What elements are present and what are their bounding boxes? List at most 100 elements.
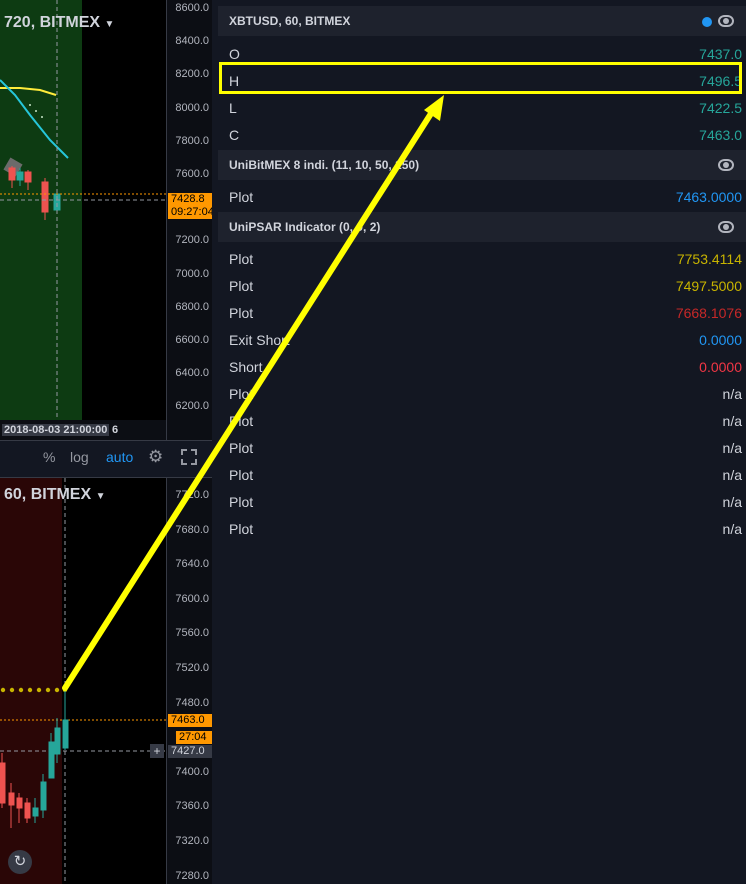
row-value: n/a — [722, 494, 742, 510]
price-tick: 7800.0 — [175, 134, 209, 147]
price-tick: 6800.0 — [175, 300, 209, 313]
data-row: C 7463.0 — [218, 121, 746, 148]
row-label: C — [229, 127, 240, 143]
price-tick: 8200.0 — [175, 68, 209, 81]
main-series-title: XBTUSD, 60, BITMEX — [229, 14, 351, 28]
price-tick: 6600.0 — [175, 334, 209, 346]
top-chart-plot — [0, 0, 166, 440]
bottom-price-axis[interactable]: 7720.0 7680.0 7640.0 7600.0 7560.0 7520.0 7480… — [166, 478, 212, 884]
data-row: L 7422.5 — [218, 94, 746, 121]
price-tick: 8000.0 — [175, 101, 209, 114]
top-chart-pane[interactable]: 720, BITMEX ▼ 8600.0 8400.0 8200.0 8000.0 78… — [0, 0, 212, 440]
gear-icon[interactable]: ⚙ — [148, 447, 163, 467]
chart-toolbar: % log auto ⚙ — [0, 440, 212, 478]
row-label: Plot — [229, 521, 254, 537]
top-countdown-tag: 09:27:04 — [168, 206, 212, 219]
data-row: Short 0.0000 — [218, 353, 746, 380]
row-label: Plot — [229, 440, 254, 456]
price-tick: 7400.0 — [175, 765, 209, 778]
fullscreen-icon[interactable] — [181, 449, 197, 465]
bottom-chart-pane[interactable]: 60, BITMEX ▼ 7720.0 7680.0 7640.0 7600.0 756… — [0, 478, 212, 884]
row-label: O — [229, 46, 240, 62]
bottom-chart-plot — [0, 478, 166, 884]
data-row: Plot 7497.5000 — [218, 272, 746, 299]
row-label: Plot — [229, 251, 254, 267]
price-tick: 8400.0 — [175, 35, 209, 48]
data-row: Plot n/a — [218, 461, 746, 488]
cursor-price-tag: 7427.0 — [168, 745, 212, 758]
row-value: 0.0000 — [699, 332, 742, 348]
row-value: 7437.0 — [699, 46, 742, 62]
row-label: Plot — [229, 278, 254, 294]
ind2-header: UniPSAR Indicator (0, 0, 2) — [218, 212, 746, 242]
data-row: Plot n/a — [218, 434, 746, 461]
eye-icon[interactable] — [718, 159, 734, 171]
price-tick: 7000.0 — [175, 267, 209, 280]
auto-toggle[interactable]: auto — [106, 449, 133, 465]
percent-toggle[interactable]: % — [43, 449, 55, 465]
data-row: Plot 7463.0000 — [218, 183, 746, 210]
row-label: Plot — [229, 386, 254, 402]
ind1-title: UniBitMEX 8 indi. (11, 10, 50, 150) — [229, 158, 420, 172]
row-label: Exit Short — [229, 332, 290, 348]
row-value: n/a — [722, 386, 742, 402]
main-series-header: XBTUSD, 60, BITMEX — [218, 6, 746, 36]
price-tick: 7600.0 — [175, 168, 209, 180]
row-value: n/a — [722, 467, 742, 483]
price-tick: 6400.0 — [175, 367, 209, 380]
eye-icon[interactable] — [718, 221, 734, 233]
price-tick: 6200.0 — [175, 400, 209, 413]
price-tick: 7720.0 — [175, 489, 209, 501]
row-value: 0.0000 — [699, 359, 742, 375]
row-label: Short — [229, 359, 263, 375]
price-tick: 7360.0 — [175, 800, 209, 813]
price-tick: 7320.0 — [175, 835, 209, 847]
row-value: 7463.0 — [699, 127, 742, 143]
price-tick: 7480.0 — [175, 696, 209, 709]
ind1-header: UniBitMEX 8 indi. (11, 10, 50, 150) — [218, 150, 746, 180]
row-label: L — [229, 100, 237, 116]
data-row: Plot n/a — [218, 380, 746, 407]
status-dot — [702, 17, 712, 27]
top-date-label: 2018-08-03 21:00:00 — [2, 424, 110, 436]
data-row: Plot 7753.4114 — [218, 245, 746, 272]
row-label: Plot — [229, 305, 254, 321]
data-row: Exit Short 0.0000 — [218, 326, 746, 353]
row-value: 7463.0000 — [675, 189, 742, 205]
price-tick: 7520.0 — [175, 662, 209, 674]
row-value: 7753.4114 — [676, 251, 742, 267]
price-tick: 7200.0 — [175, 234, 209, 247]
row-value: n/a — [722, 413, 742, 429]
data-row: Plot n/a — [218, 407, 746, 434]
top-price-tag: 7428.8 — [168, 193, 212, 206]
data-row: Plot n/a — [218, 488, 746, 515]
top-price-axis[interactable]: 8600.08400.08200.08000.07800.07600.07400… — [166, 0, 212, 440]
row-value: n/a — [722, 440, 742, 456]
last-price-tag: 7463.0 — [168, 714, 212, 727]
data-row: Plot n/a — [218, 515, 746, 542]
row-value: 7668.1076 — [675, 305, 742, 321]
data-row: Plot 7668.1076 — [218, 299, 746, 326]
log-toggle[interactable]: log — [70, 449, 89, 465]
bottom-chart-symbol[interactable]: 60, BITMEX ▼ — [4, 486, 106, 504]
row-label: Plot — [229, 413, 254, 429]
eye-icon[interactable] — [718, 15, 734, 27]
row-value: 7422.5 — [699, 100, 742, 116]
ind2-title: UniPSAR Indicator (0, 0, 2) — [229, 220, 381, 234]
price-tick: 8600.0 — [175, 2, 209, 14]
row-value: 7497.5000 — [675, 278, 742, 294]
price-tick: 7600.0 — [175, 592, 209, 605]
price-tick: 7560.0 — [175, 627, 209, 640]
row-value: n/a — [722, 521, 742, 537]
row-label: Plot — [229, 467, 254, 483]
top-date-suffix: 6 — [112, 424, 119, 436]
highlight-box — [219, 62, 742, 94]
price-tick: 7640.0 — [175, 558, 209, 571]
row-label: Plot — [229, 494, 254, 510]
top-chart-symbol[interactable]: 720, BITMEX ▼ — [4, 14, 114, 32]
data-window: XBTUSD, 60, BITMEX O 7437.0 H 7496.5 L 7422.5… — [218, 0, 746, 884]
reset-chart-icon[interactable]: ↻ — [8, 850, 32, 874]
price-tick: 7280.0 — [175, 869, 209, 882]
crosshair-plus-icon[interactable]: + — [150, 744, 164, 758]
price-tick: 7680.0 — [175, 523, 209, 536]
